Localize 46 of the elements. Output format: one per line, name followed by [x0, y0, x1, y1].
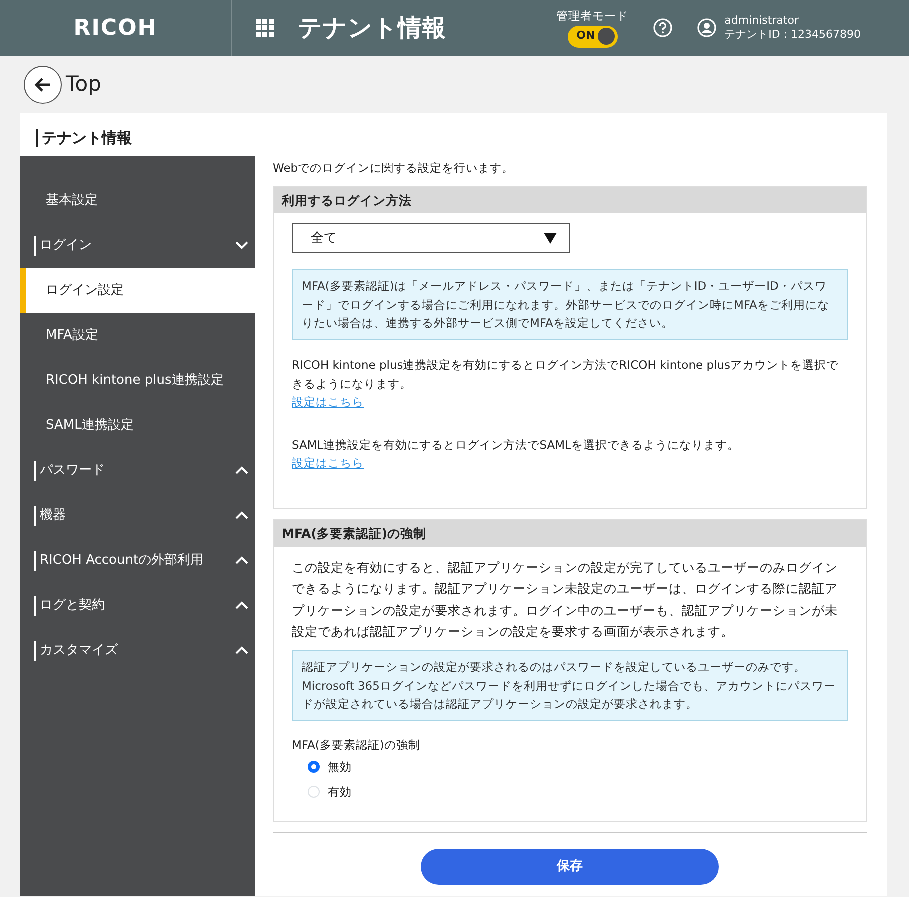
- apps-grid-icon[interactable]: [256, 19, 274, 37]
- radio-label: 有効: [328, 784, 352, 801]
- intro-text: Webでのログインに関する設定を行います。: [273, 160, 516, 178]
- login-method-select[interactable]: 全て: [292, 223, 570, 254]
- chevron-icon: [235, 646, 249, 656]
- radio-label: 無効: [328, 758, 352, 776]
- user-name: administrator: [724, 14, 800, 28]
- admin-mode-label: 管理者モード: [556, 8, 629, 26]
- chevron-icon: [235, 511, 249, 520]
- description-text: SAML連携設定を有効にするとログイン方法でSAMLを選択できるようになります。: [292, 436, 740, 454]
- user-icon[interactable]: [696, 18, 717, 38]
- page-title: テナント情報: [298, 13, 447, 44]
- sidebar-group[interactable]: カスタマイズ: [20, 628, 255, 674]
- section-heading: MFA(多要素認証)の強制: [274, 520, 866, 548]
- save-button[interactable]: 保存: [421, 849, 719, 886]
- help-icon[interactable]: [652, 18, 673, 38]
- description-text: この設定を有効にすると、認証アプリケーションの設定が完了しているユーザーのみログインできるようになります。認証アプリケーション未設定のユーザーは、ログインする際に認証アプリケーションの設定が要求されます。ログイン中のユーザーも、認証アプリケーションが未設定であれば認証アプリケーションの設定を要求する画面が表示されます。: [292, 559, 839, 641]
- chevron-icon: [235, 556, 249, 566]
- back-link[interactable]: Top: [66, 68, 102, 100]
- sidebar-group[interactable]: パスワード: [20, 448, 255, 494]
- sidebar-group[interactable]: ログイン: [20, 223, 255, 268]
- radio-button[interactable]: [308, 761, 320, 774]
- back-button[interactable]: [24, 66, 62, 104]
- chevron-icon: [235, 241, 249, 250]
- logo: RICOH: [74, 14, 158, 42]
- sidebar-group[interactable]: 機器: [20, 493, 255, 538]
- info-note: MFA(多要素認証)は「メールアドレス・パスワード」、または「テナントID・ユーザーID・パスワード」でログインする場合にご利用になれます。外部サービスでのログイン時にMFAをご利用になりたい場合は、連携する外部サービス側でMFAを設定してください。: [292, 269, 848, 340]
- sidebar-item[interactable]: RICOH kintone plus連携設定: [20, 358, 255, 404]
- sidebar-group[interactable]: ログと契約: [20, 583, 255, 628]
- info-note: 認証アプリケーションの設定が要求されるのはパスワードを設定しているユーザーのみです。Microsoft 365ログインなどパスワードを利用せずにログインした場合でも、アカウントにパスワードが設定されている場合は認証アプリケーションの設定が要求されます。: [292, 650, 848, 722]
- panel-title: テナント情報: [36, 129, 132, 147]
- sidebar-item[interactable]: 基本設定: [20, 178, 255, 224]
- section-heading: 利用するログイン方法: [274, 186, 866, 214]
- settings-link[interactable]: 設定はこちら: [292, 456, 364, 470]
- sidebar-item[interactable]: ログイン設定: [20, 268, 255, 314]
- chevron-icon: [235, 601, 249, 610]
- chevron-icon: [235, 466, 249, 476]
- sidebar-item[interactable]: MFA設定: [20, 313, 255, 358]
- sidebar-item[interactable]: SAML連携設定: [20, 403, 255, 448]
- dropdown-arrow-icon: [544, 232, 557, 244]
- settings-link[interactable]: 設定はこちら: [292, 395, 364, 410]
- admin-mode-toggle[interactable]: ON: [568, 26, 618, 48]
- description-text: RICOH kintone plus連携設定を有効にするとログイン方法でRICOH kintone plusアカウントを選択できるようになります。: [292, 357, 840, 393]
- sidebar-group[interactable]: RICOH Accountの外部利用: [20, 538, 255, 584]
- field-label: MFA(多要素認証)の強制: [292, 737, 422, 754]
- tenant-id: テナントID : 1234567890: [724, 28, 861, 42]
